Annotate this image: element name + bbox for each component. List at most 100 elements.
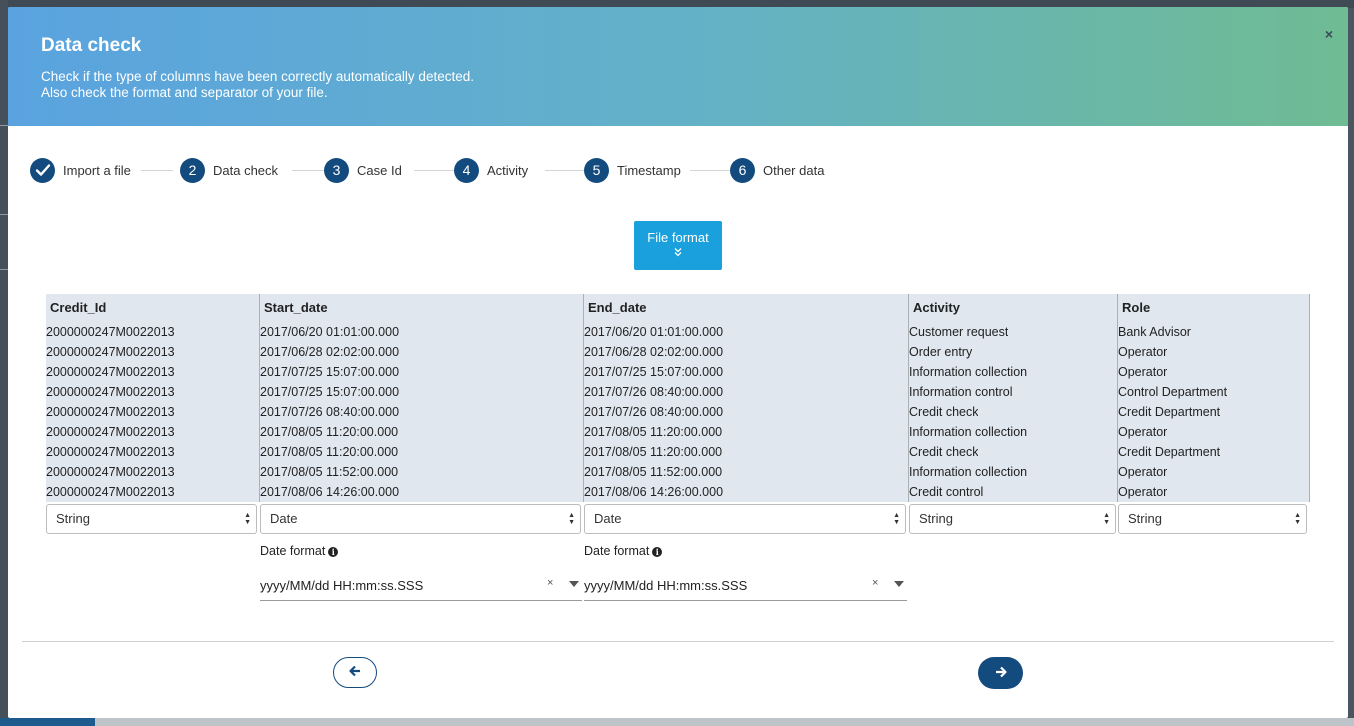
step-label: Timestamp bbox=[617, 162, 681, 178]
step-number: 2 bbox=[180, 157, 205, 183]
column-divider[interactable] bbox=[259, 294, 260, 502]
table-cell: Control Department bbox=[1118, 385, 1228, 399]
checkmark-icon bbox=[30, 157, 55, 183]
date-format-label-text: Date format bbox=[260, 544, 326, 558]
table-cell: 2017/08/05 11:52:00.000 bbox=[260, 465, 399, 479]
info-circle-icon[interactable]: i bbox=[328, 547, 339, 557]
chevron-double-down-icon bbox=[634, 247, 722, 260]
table-cell: 2000000247M0022013 bbox=[46, 405, 175, 419]
table-cell: Credit control bbox=[909, 485, 984, 499]
table-cell: 2017/08/06 14:26:00.000 bbox=[584, 485, 724, 499]
table-cell: Bank Advisor bbox=[1118, 325, 1191, 339]
type-select-value: String bbox=[56, 511, 90, 526]
next-button[interactable] bbox=[978, 657, 1023, 689]
step-number: 3 bbox=[324, 157, 349, 183]
table-cell: Operator bbox=[1118, 425, 1168, 439]
table-row: 2000000247M0022013 2017/08/06 14:26:00.0… bbox=[46, 482, 1309, 502]
table-cell: 2000000247M0022013 bbox=[46, 485, 175, 499]
table-row: 2000000247M0022013 2017/06/28 02:02:00.0… bbox=[46, 342, 1309, 362]
table-cell: 2000000247M0022013 bbox=[46, 445, 175, 459]
type-select-credit-id[interactable]: String ▲ ▼ bbox=[46, 504, 257, 534]
table-cell: 2000000247M0022013 bbox=[46, 325, 175, 339]
dialog-title: Data check bbox=[41, 35, 142, 56]
dropdown-caret-icon[interactable] bbox=[569, 581, 579, 587]
table-cell: 2017/08/06 14:26:00.000 bbox=[260, 485, 400, 499]
table-cell: 2000000247M0022013 bbox=[46, 365, 175, 379]
dialog-header: Data check Check if the type of columns … bbox=[8, 7, 1348, 126]
subtitle-line-1: Check if the type of columns have been c… bbox=[41, 69, 474, 84]
type-select-end-date[interactable]: Date ▲ ▼ bbox=[584, 504, 906, 534]
table-row: 2000000247M0022013 2017/08/05 11:20:00.0… bbox=[46, 442, 1309, 462]
type-select-value: Date bbox=[270, 511, 298, 526]
step-case-id[interactable]: 3 Case Id bbox=[324, 157, 402, 183]
column-divider[interactable] bbox=[1117, 294, 1118, 502]
column-divider[interactable] bbox=[583, 294, 584, 502]
table-cell: 2017/06/20 01:01:00.000 bbox=[584, 325, 724, 339]
table-row: 2000000247M0022013 2017/06/20 01:01:00.0… bbox=[46, 322, 1309, 342]
arrow-left-icon bbox=[349, 664, 361, 681]
column-header-activity: Activity bbox=[913, 300, 960, 315]
date-format-input-start[interactable]: yyyy/MM/dd HH:mm:ss.SSS × bbox=[260, 573, 582, 601]
select-arrows-icon: ▲ ▼ bbox=[244, 512, 251, 526]
table-cell: 2017/07/25 15:07:00.000 bbox=[584, 365, 724, 379]
table-cell: Information control bbox=[909, 385, 1013, 399]
table-cell: Information collection bbox=[909, 365, 1028, 379]
step-import-a-file[interactable]: Import a file bbox=[30, 157, 131, 183]
step-label: Other data bbox=[763, 162, 825, 178]
previous-button[interactable] bbox=[333, 657, 377, 688]
table-cell: Operator bbox=[1118, 465, 1168, 479]
table-cell: 2017/08/05 11:20:00.000 bbox=[260, 425, 399, 439]
table-cell: 2017/06/20 01:01:00.000 bbox=[260, 325, 400, 339]
step-number: 4 bbox=[454, 157, 479, 183]
table-cell: Credit check bbox=[909, 445, 979, 459]
table-cell: 2017/07/26 08:40:00.000 bbox=[260, 405, 400, 419]
column-header-credit-id: Credit_Id bbox=[50, 300, 107, 315]
select-arrows-icon: ▲ ▼ bbox=[893, 512, 900, 526]
step-activity[interactable]: 4 Activity bbox=[454, 157, 528, 183]
table-cell: Information collection bbox=[909, 465, 1028, 479]
type-select-value: String bbox=[919, 511, 953, 526]
step-connector bbox=[292, 170, 324, 171]
step-label: Import a file bbox=[63, 162, 131, 178]
data-check-dialog: Data check Check if the type of columns … bbox=[8, 7, 1348, 718]
date-format-input-end[interactable]: yyyy/MM/dd HH:mm:ss.SSS × bbox=[584, 573, 907, 601]
date-format-value: yyyy/MM/dd HH:mm:ss.SSS bbox=[584, 578, 748, 593]
table-cell: Credit Department bbox=[1118, 405, 1221, 419]
clear-icon[interactable]: × bbox=[547, 577, 553, 589]
step-other-data[interactable]: 6 Other data bbox=[730, 157, 824, 183]
step-connector bbox=[690, 170, 730, 171]
table-cell: Operator bbox=[1118, 485, 1168, 499]
table-cell: Operator bbox=[1118, 365, 1168, 379]
table-cell: 2017/08/05 11:20:00.000 bbox=[584, 425, 723, 439]
type-select-role[interactable]: String ▲ ▼ bbox=[1118, 504, 1307, 534]
type-select-activity[interactable]: String ▲ ▼ bbox=[909, 504, 1116, 534]
table-cell: 2017/07/26 08:40:00.000 bbox=[584, 405, 724, 419]
step-data-check[interactable]: 2 Data check bbox=[180, 157, 278, 183]
close-button[interactable]: × bbox=[1320, 25, 1338, 43]
dialog-subtitle: Check if the type of columns have been c… bbox=[41, 69, 474, 101]
column-divider[interactable] bbox=[908, 294, 909, 502]
date-format-value: yyyy/MM/dd HH:mm:ss.SSS bbox=[260, 578, 424, 593]
step-label: Data check bbox=[213, 162, 279, 178]
step-number: 6 bbox=[730, 157, 755, 183]
table-row: 2000000247M0022013 2017/07/26 08:40:00.0… bbox=[46, 402, 1309, 422]
table-row: 2000000247M0022013 2017/07/25 15:07:00.0… bbox=[46, 362, 1309, 382]
type-select-start-date[interactable]: Date ▲ ▼ bbox=[260, 504, 581, 534]
clear-icon[interactable]: × bbox=[872, 577, 878, 589]
table-cell: 2017/08/05 11:20:00.000 bbox=[584, 445, 723, 459]
step-connector bbox=[141, 170, 173, 171]
file-format-button[interactable]: File format bbox=[634, 221, 722, 270]
info-circle-icon[interactable]: i bbox=[652, 547, 663, 557]
step-timestamp[interactable]: 5 Timestamp bbox=[584, 157, 681, 183]
table-cell: 2017/06/28 02:02:00.000 bbox=[584, 345, 724, 359]
date-format-label-start: Date format i bbox=[260, 544, 339, 558]
backdrop-bottom bbox=[0, 718, 1354, 726]
table-row: 2000000247M0022013 2017/07/25 15:07:00.0… bbox=[46, 382, 1309, 402]
table-right-border bbox=[1309, 294, 1310, 502]
select-arrows-icon: ▲ ▼ bbox=[1294, 512, 1301, 526]
table-cell: Information collection bbox=[909, 425, 1028, 439]
table-cell: 2000000247M0022013 bbox=[46, 425, 175, 439]
dropdown-caret-icon[interactable] bbox=[894, 581, 904, 587]
table-row: 2000000247M0022013 2017/08/05 11:52:00.0… bbox=[46, 462, 1309, 482]
table-cell: Credit check bbox=[909, 405, 979, 419]
